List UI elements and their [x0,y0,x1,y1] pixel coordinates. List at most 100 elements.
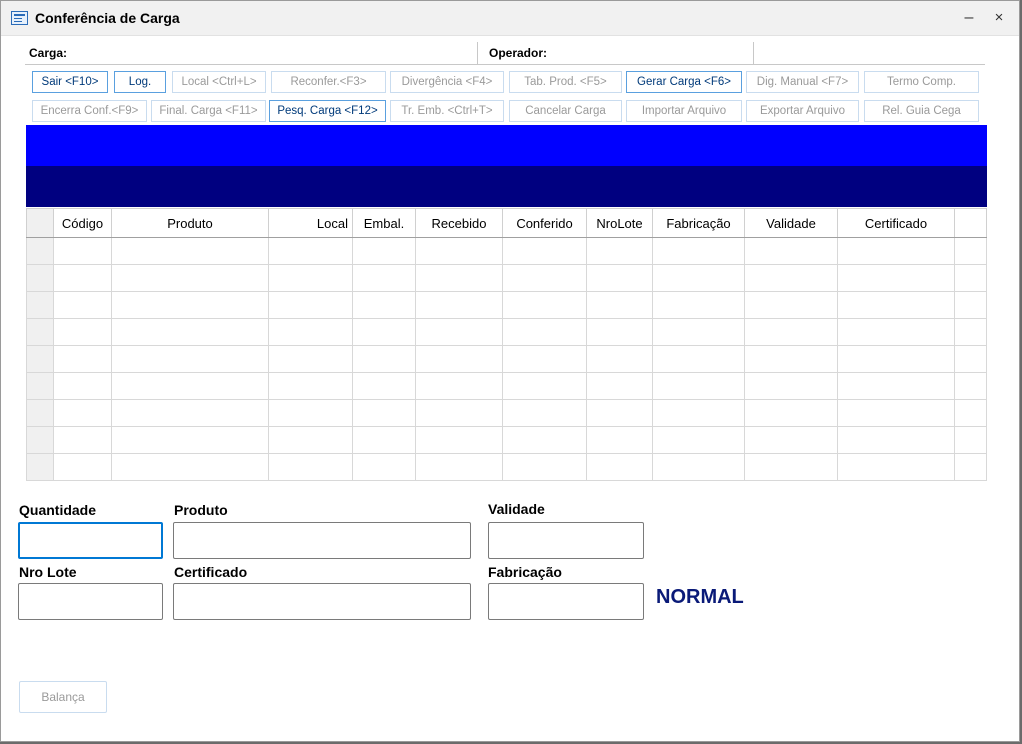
table-cell[interactable] [744,453,838,481]
table-cell[interactable] [837,291,955,319]
balanca-button[interactable]: Balança [19,681,107,713]
table-cell[interactable] [415,399,503,427]
table-cell[interactable] [586,264,653,292]
table-cell[interactable] [268,345,353,373]
table-row[interactable] [26,345,987,373]
table-cell[interactable] [53,237,112,265]
column-header[interactable]: Certificado [837,208,955,238]
table-cell[interactable] [111,453,269,481]
table-cell[interactable] [415,345,503,373]
table-cell[interactable] [352,426,416,454]
fabricacao-input[interactable] [488,583,644,620]
column-header[interactable]: NroLote [586,208,653,238]
table-cell[interactable] [837,453,955,481]
table-cell[interactable] [744,237,838,265]
table-cell[interactable] [53,264,112,292]
table-row[interactable] [26,264,987,292]
column-header[interactable]: Recebido [415,208,503,238]
table-cell[interactable] [744,264,838,292]
table-cell[interactable] [837,318,955,346]
produto-input[interactable] [173,522,471,559]
column-header[interactable]: Embal. [352,208,416,238]
table-cell[interactable] [268,237,353,265]
table-row[interactable] [26,318,987,346]
table-cell[interactable] [352,345,416,373]
table-cell[interactable] [586,318,653,346]
table-cell[interactable] [837,237,955,265]
table-cell[interactable] [954,345,987,373]
table-cell[interactable] [415,264,503,292]
table-cell[interactable] [586,453,653,481]
column-header[interactable]: Fabricação [652,208,745,238]
table-cell[interactable] [837,399,955,427]
table-cell[interactable] [744,399,838,427]
table-cell[interactable] [415,453,503,481]
importar-arquivo-button[interactable]: Importar Arquivo [626,100,742,122]
table-cell[interactable] [954,372,987,400]
table-cell[interactable] [352,237,416,265]
table-cell[interactable] [53,426,112,454]
table-cell[interactable] [837,372,955,400]
column-header[interactable]: Local [268,208,353,238]
table-cell[interactable] [744,291,838,319]
validade-input[interactable] [488,522,644,559]
table-cell[interactable] [415,372,503,400]
table-cell[interactable] [502,264,587,292]
column-header[interactable]: Código [53,208,112,238]
table-cell[interactable] [652,453,745,481]
table-cell[interactable] [652,372,745,400]
table-cell[interactable] [415,318,503,346]
table-cell[interactable] [744,345,838,373]
table-cell[interactable] [954,453,987,481]
table-cell[interactable] [352,372,416,400]
table-cell[interactable] [502,237,587,265]
table-cell[interactable] [53,372,112,400]
table-cell[interactable] [111,318,269,346]
table-cell[interactable] [652,345,745,373]
reconfer-button[interactable]: Reconfer.<F3> [271,71,386,93]
table-cell[interactable] [502,345,587,373]
sair-button[interactable]: Sair <F10> [32,71,108,93]
table-cell[interactable] [837,426,955,454]
table-cell[interactable] [954,318,987,346]
table-cell[interactable] [53,318,112,346]
column-header[interactable]: Produto [111,208,269,238]
dig-manual-button[interactable]: Dig. Manual <F7> [746,71,859,93]
table-cell[interactable] [352,291,416,319]
table-cell[interactable] [415,237,503,265]
table-row[interactable] [26,237,987,265]
table-cell[interactable] [53,399,112,427]
cancelar-carga-button[interactable]: Cancelar Carga [509,100,622,122]
table-cell[interactable] [652,318,745,346]
table-cell[interactable] [652,264,745,292]
table-cell[interactable] [352,264,416,292]
tr-emb-button[interactable]: Tr. Emb. <Ctrl+T> [390,100,504,122]
table-cell[interactable] [502,372,587,400]
table-cell[interactable] [954,426,987,454]
table-cell[interactable] [652,237,745,265]
table-cell[interactable] [268,453,353,481]
table-cell[interactable] [268,318,353,346]
table-cell[interactable] [586,399,653,427]
table-cell[interactable] [954,291,987,319]
table-row[interactable] [26,453,987,481]
items-grid[interactable]: Código Produto Local Embal. Recebido Con… [26,208,987,481]
table-cell[interactable] [111,291,269,319]
table-cell[interactable] [502,399,587,427]
table-cell[interactable] [586,237,653,265]
table-cell[interactable] [268,291,353,319]
table-cell[interactable] [53,453,112,481]
table-cell[interactable] [502,291,587,319]
table-cell[interactable] [268,399,353,427]
minimize-button[interactable]: – [955,7,983,29]
log-button[interactable]: Log. [114,71,166,93]
table-cell[interactable] [111,426,269,454]
table-cell[interactable] [837,264,955,292]
table-cell[interactable] [652,291,745,319]
table-cell[interactable] [502,426,587,454]
table-cell[interactable] [502,318,587,346]
tab-prod-button[interactable]: Tab. Prod. <F5> [509,71,622,93]
table-cell[interactable] [586,426,653,454]
divergencia-button[interactable]: Divergência <F4> [390,71,504,93]
termo-comp-button[interactable]: Termo Comp. [864,71,979,93]
